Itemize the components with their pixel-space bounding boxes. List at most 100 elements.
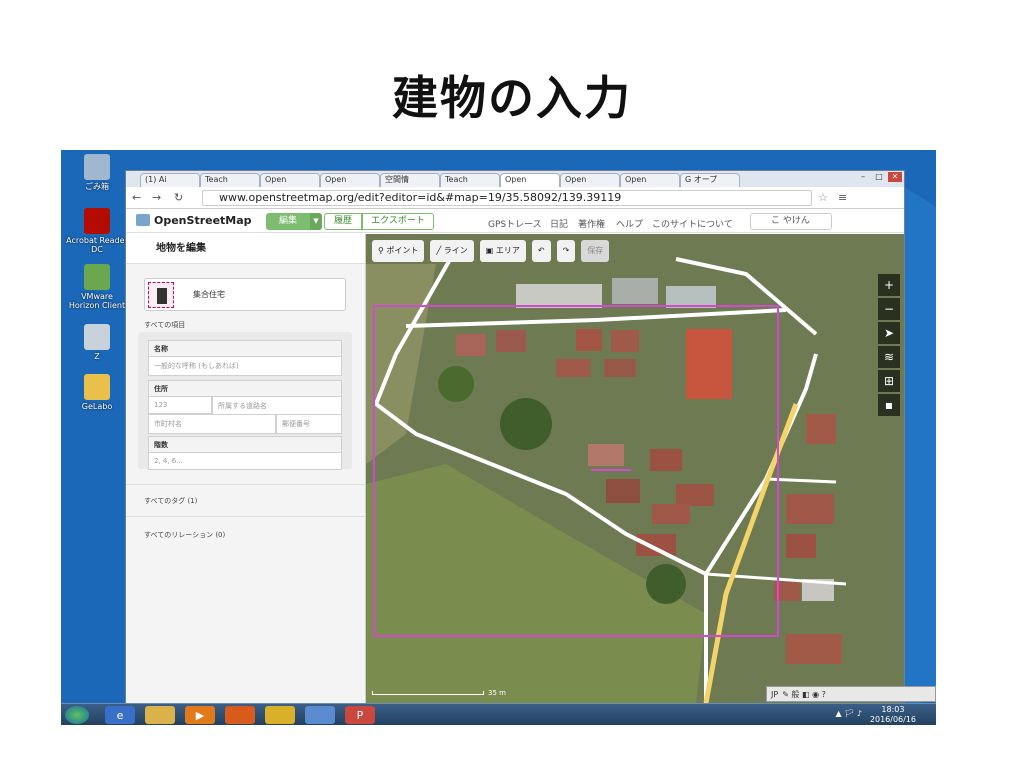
fields-panel: 名称 一般的な呼称 (もしあれば) 住所 123 所属する道路名 市町村名 郵便…	[138, 332, 352, 470]
desktop: ごみ箱 Acrobat Reader DC VMware Horizon Cli…	[61, 150, 936, 725]
export-button[interactable]: エクスポート	[362, 213, 434, 230]
all-relations-toggle[interactable]: すべてのリレーション (0)	[144, 530, 225, 540]
browser-tab[interactable]: (1) Ai	[140, 173, 200, 187]
powerpoint-taskbar-icon[interactable]: P	[345, 706, 375, 724]
browser-tab[interactable]: Open	[620, 173, 680, 187]
explorer-taskbar-icon[interactable]	[145, 706, 175, 724]
vmware-icon	[84, 264, 110, 290]
add-line-button[interactable]: ╱ ライン	[430, 240, 474, 262]
firefox-taskbar-icon[interactable]	[225, 706, 255, 724]
browser-tab[interactable]: Teach	[440, 173, 500, 187]
map-controls: + − ➤ ≋ ⊞ ▪	[878, 274, 900, 418]
forward-icon[interactable]: →	[152, 191, 161, 204]
street-field[interactable]: 所属する道路名	[212, 396, 342, 416]
ie-taskbar-icon[interactable]: e	[105, 706, 135, 724]
undo-button[interactable]: ↶	[531, 240, 551, 262]
sidebar-title: 地物を編集	[126, 234, 365, 264]
nav-help[interactable]: ヘルプ	[616, 217, 643, 230]
acrobat-icon	[84, 208, 110, 234]
browser-tab[interactable]: G オープ	[680, 173, 740, 187]
preset-selector[interactable]: 集合住宅	[144, 278, 346, 311]
clock[interactable]: 18:03 2016/06/16	[870, 705, 916, 725]
reload-icon[interactable]: ↻	[174, 191, 183, 204]
scale-bar-line	[372, 691, 484, 695]
recycle-bin-icon	[84, 154, 110, 180]
nav-diary[interactable]: 日記	[550, 217, 568, 230]
chrome-active-taskbar-icon[interactable]	[305, 706, 335, 724]
back-icon[interactable]: ←	[132, 191, 141, 204]
chrome-taskbar-icon[interactable]	[265, 706, 295, 724]
nav-about[interactable]: このサイトについて	[652, 217, 733, 230]
edit-dropdown-icon[interactable]: ▼	[310, 213, 322, 230]
zoom-in-icon[interactable]: +	[878, 274, 900, 296]
desktop-icon-acrobat[interactable]: Acrobat Reader DC	[65, 208, 129, 254]
city-field[interactable]: 市町村名	[148, 414, 276, 434]
line-icon: ╱	[436, 246, 444, 255]
browser-tab[interactable]: Open	[560, 173, 620, 187]
area-icon: ▣	[485, 246, 496, 255]
issues-icon[interactable]: ▪	[878, 394, 900, 416]
ime-language-bar[interactable]: JP ✎ 般 ◧ ◉ ?	[766, 686, 936, 702]
osm-logo[interactable]: OpenStreetMap	[136, 214, 252, 227]
zoom-out-icon[interactable]: −	[878, 298, 900, 320]
all-tags-toggle[interactable]: すべてのタグ (1)	[144, 496, 197, 506]
map-toolbar: ⚲ ポイント ╱ ライン ▣ エリア ↶ ↷ 保存	[372, 240, 610, 262]
levels-field[interactable]: 2, 4, 6...	[148, 452, 342, 470]
edit-button[interactable]: 編集	[266, 213, 310, 230]
postcode-field[interactable]: 郵便番号	[276, 414, 342, 434]
maximize-icon[interactable]: □	[872, 172, 886, 182]
browser-tab[interactable]: Teach	[200, 173, 260, 187]
add-area-button[interactable]: ▣ エリア	[479, 240, 526, 262]
redo-icon: ↷	[562, 246, 570, 255]
map-canvas[interactable]: ⚲ ポイント ╱ ライン ▣ エリア ↶ ↷ 保存 + − ➤ ≋ ⊞ ▪ 35…	[366, 234, 904, 703]
clock-date: 2016/06/16	[869, 715, 916, 724]
menu-icon[interactable]: ≡	[838, 191, 847, 204]
ime-icons: ✎ 般 ◧ ◉ ?	[782, 689, 826, 699]
desktop-icon-vmware[interactable]: VMware Horizon Client	[65, 264, 129, 310]
housenumber-field[interactable]: 123	[148, 396, 212, 414]
bookmark-star-icon[interactable]: ☆	[818, 191, 828, 204]
osm-logo-icon	[136, 214, 150, 226]
nav-copyright[interactable]: 著作権	[578, 217, 605, 230]
map-data-icon[interactable]: ⊞	[878, 370, 900, 392]
clock-time: 18:03	[881, 705, 905, 714]
add-point-button[interactable]: ⚲ ポイント	[372, 240, 425, 262]
save-button[interactable]: 保存	[581, 240, 610, 262]
minimize-icon[interactable]: –	[856, 172, 870, 182]
address-bar: ← → ↻ www.openstreetmap.org/edit?editor=…	[126, 187, 904, 209]
desktop-icon-gelabo[interactable]: GeLabo	[65, 374, 129, 411]
desktop-icon-recycle-bin[interactable]: ごみ箱	[65, 154, 129, 191]
name-field[interactable]: 一般的な呼称 (もしあれば)	[148, 356, 342, 376]
geolocate-icon[interactable]: ➤	[878, 322, 900, 344]
close-icon[interactable]: ✕	[888, 172, 902, 182]
folder-icon	[84, 374, 110, 400]
slide-title: 建物の入力	[392, 71, 632, 125]
browser-tab[interactable]: 空間情	[380, 173, 440, 187]
browser-window: (1) Ai Teach Open Open 空間情 Teach Open Op…	[125, 170, 905, 703]
user-menu[interactable]: こ やけん	[750, 213, 832, 230]
browser-tab-active[interactable]: Open	[500, 173, 560, 187]
desktop-icon-z-drive[interactable]: Z	[65, 324, 129, 361]
system-tray[interactable]: ▲ 🏳 ♪	[836, 709, 863, 718]
feature-editor-sidebar: 地物を編集 集合住宅 すべての項目 名称 一般的な呼称 (もしあれば) 住所 1…	[126, 234, 366, 703]
network-drive-icon	[84, 324, 110, 350]
slide: 建物の入力 ごみ箱 Acrobat Reader DC VMware Horiz…	[0, 0, 1024, 768]
divider	[126, 516, 366, 517]
browser-tab[interactable]: Open	[320, 173, 380, 187]
browser-tab[interactable]: Open	[260, 173, 320, 187]
media-player-taskbar-icon[interactable]: ▶	[185, 706, 215, 724]
layers-icon[interactable]: ≋	[878, 346, 900, 368]
url-input[interactable]: www.openstreetmap.org/edit?editor=id&#ma…	[202, 190, 812, 206]
start-button[interactable]	[65, 706, 89, 724]
taskbar: e ▶ P ▲ 🏳 ♪ 18:03 2016/06/16	[61, 703, 936, 725]
history-button[interactable]: 履歴	[324, 213, 362, 230]
divider	[126, 484, 366, 485]
aerial-imagery	[366, 234, 904, 703]
preset-label: 集合住宅	[193, 290, 225, 299]
nav-gps-traces[interactable]: GPSトレース	[488, 217, 542, 230]
redo-button[interactable]: ↷	[556, 240, 576, 262]
undo-icon: ↶	[537, 246, 545, 255]
all-fields-toggle[interactable]: すべての項目	[144, 320, 185, 330]
tab-strip: (1) Ai Teach Open Open 空間情 Teach Open Op…	[126, 171, 904, 187]
building-icon	[148, 282, 174, 308]
